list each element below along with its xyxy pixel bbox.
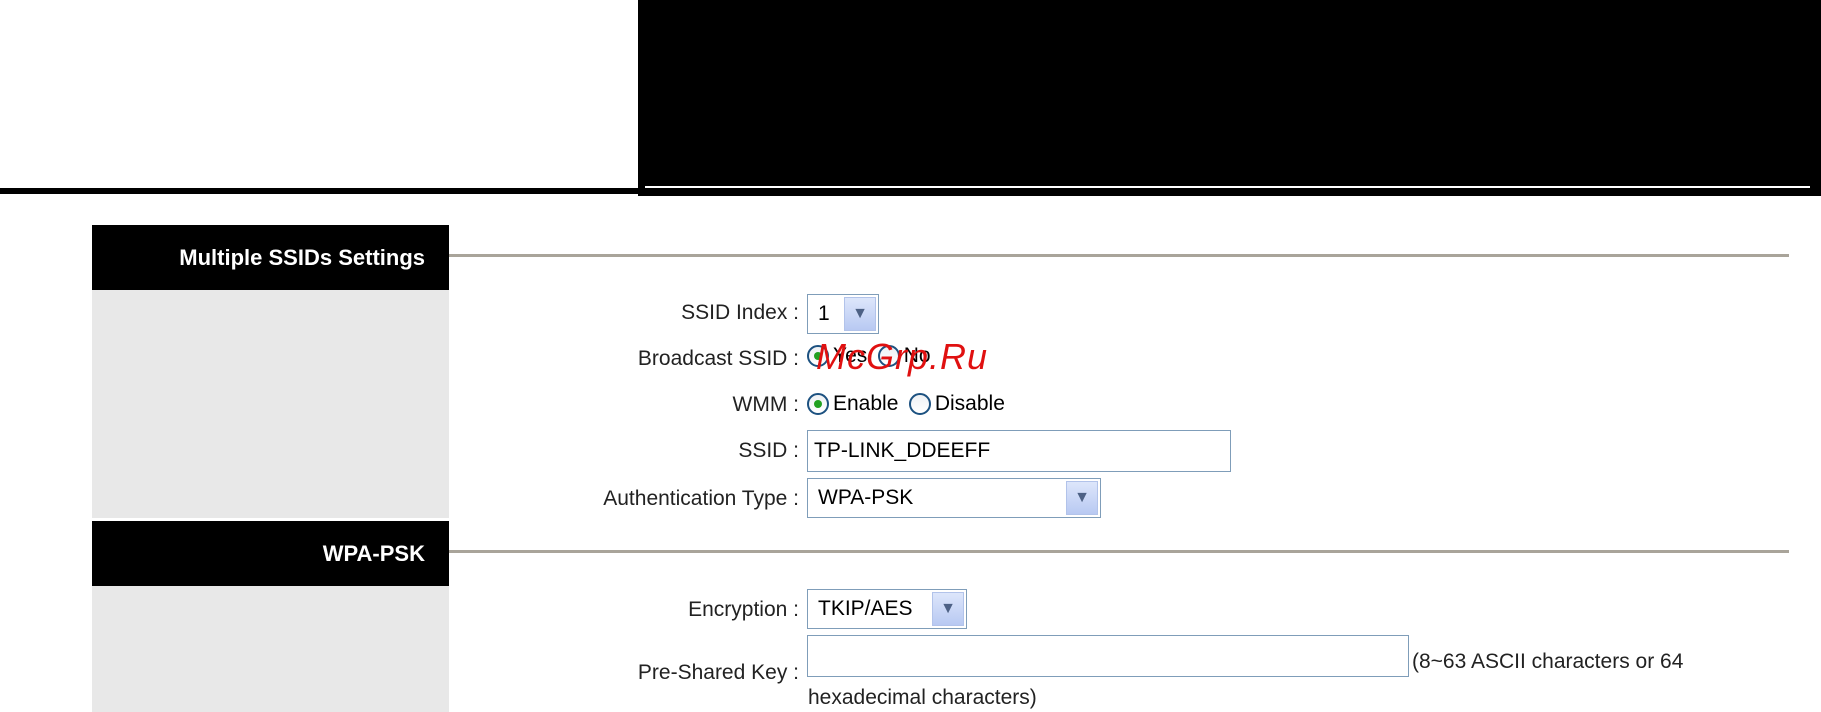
psk-hint-line-1: (8~63 ASCII characters or 64 (1412, 650, 1684, 673)
wmm-disable-radio[interactable] (908, 393, 931, 415)
section-title-multiple-ssids: Multiple SSIDs Settings (92, 225, 449, 290)
broadcast-ssid-label: Broadcast SSID : (637, 347, 799, 370)
encryption-select[interactable]: TKIP/AES ▼ (807, 589, 967, 629)
wmm-enable-label: Enable (833, 392, 899, 415)
wmm-radio-group: Enable Disable (807, 392, 1011, 416)
section-rule-1 (449, 254, 1789, 257)
section-title-wpa-psk: WPA-PSK (92, 521, 449, 586)
header-divider (645, 186, 1810, 188)
sidebar-column-1 (92, 290, 449, 518)
sidebar-column-2 (92, 586, 449, 712)
ssid-input[interactable]: TP-LINK_DDEEFF (807, 430, 1231, 472)
chevron-down-icon: ▼ (932, 592, 964, 626)
header-banner (638, 0, 1821, 196)
wmm-disable-label: Disable (934, 392, 1005, 415)
encryption-value: TKIP/AES (818, 597, 913, 620)
chevron-down-icon: ▼ (844, 297, 876, 331)
psk-hint-line-2: hexadecimal characters) (808, 686, 1037, 709)
ssid-index-value: 1 (818, 302, 830, 325)
ssid-index-label: SSID Index : (681, 301, 799, 324)
auth-type-label: Authentication Type : (603, 487, 799, 510)
auth-type-value: WPA-PSK (818, 486, 914, 509)
header-left-rule (0, 188, 640, 194)
chevron-down-icon: ▼ (1066, 481, 1098, 515)
psk-label: Pre-Shared Key : (637, 661, 799, 684)
section-rule-2 (449, 550, 1789, 553)
auth-type-select[interactable]: WPA-PSK ▼ (807, 478, 1101, 518)
ssid-label: SSID : (738, 439, 799, 462)
ssid-index-select[interactable]: 1 ▼ (807, 294, 879, 334)
encryption-label: Encryption : (688, 598, 799, 621)
watermark-text: McGrp.Ru (816, 336, 989, 377)
psk-input[interactable] (807, 635, 1409, 677)
wmm-label: WMM : (732, 393, 799, 416)
wmm-enable-radio[interactable] (807, 393, 829, 415)
